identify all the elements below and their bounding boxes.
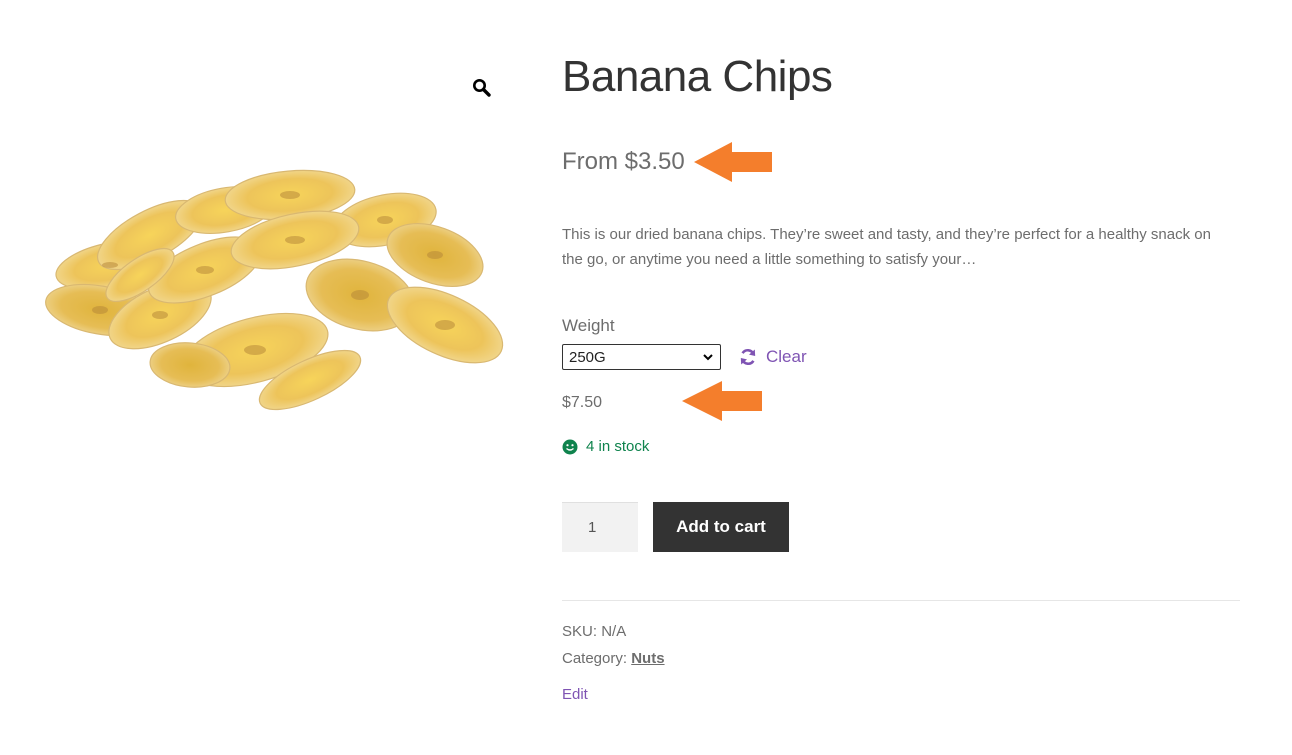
product-title: Banana Chips: [562, 52, 833, 101]
weight-selected-value: 250G: [569, 348, 606, 366]
product-description: This is our dried banana chips. They’re …: [562, 226, 1211, 268]
left-arrow-icon: [694, 142, 772, 182]
sku-value: N/A: [601, 623, 627, 640]
divider: [562, 600, 1240, 601]
left-arrow-icon: [682, 381, 762, 421]
category-line: Category: Nuts: [562, 645, 665, 672]
chevron-down-icon: [703, 354, 713, 361]
smiley-icon: [562, 439, 578, 454]
weight-label: Weight: [562, 316, 615, 335]
refresh-icon: [740, 348, 756, 366]
sku-line: SKU: N/A: [562, 618, 665, 645]
variation-price: $7.50: [562, 394, 603, 411]
stock-status: 4 in stock: [562, 438, 649, 455]
quantity-input[interactable]: [562, 502, 638, 552]
clear-label: Clear: [766, 347, 807, 366]
product-meta: SKU: N/A Category: Nuts: [562, 618, 665, 672]
clear-button[interactable]: Clear: [738, 344, 807, 370]
category-label: Category:: [562, 650, 628, 667]
product-image[interactable]: [40, 165, 515, 415]
weight-select[interactable]: 250G: [562, 344, 721, 370]
sku-label: SKU:: [562, 623, 598, 640]
price-range: From $3.50: [562, 148, 685, 175]
edit-link[interactable]: Edit: [562, 686, 588, 703]
magnifier-icon[interactable]: [470, 76, 494, 100]
add-to-cart-button[interactable]: Add to cart: [653, 502, 789, 552]
stock-text: 4 in stock: [586, 438, 650, 455]
category-link[interactable]: Nuts: [631, 650, 664, 667]
